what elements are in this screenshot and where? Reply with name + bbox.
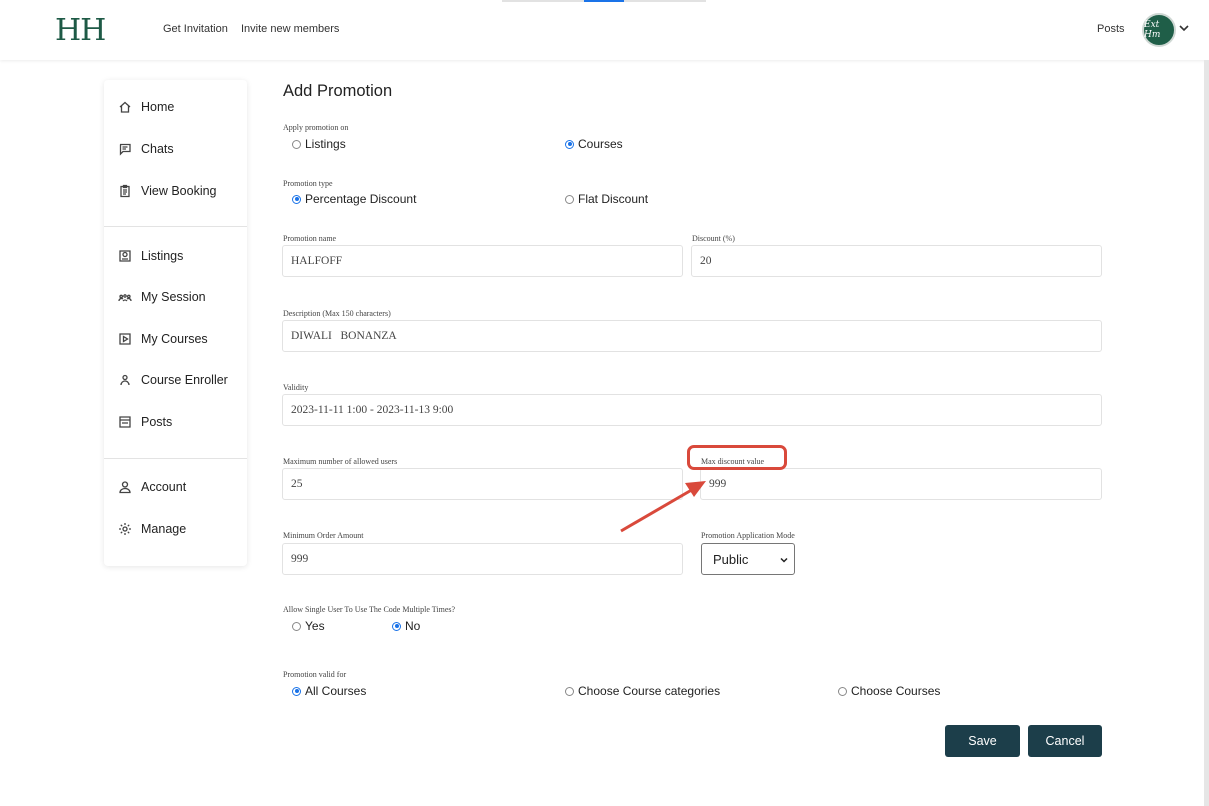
chevron-down-icon[interactable] [1178, 22, 1190, 34]
radio-dot [565, 686, 574, 696]
sidebar-item-label: Listings [141, 249, 184, 263]
discount-label: Discount (%) [692, 234, 735, 243]
listings-icon [119, 250, 131, 262]
gear-icon [119, 523, 131, 535]
chevron-down-icon [780, 557, 788, 563]
max-users-label: Maximum number of allowed users [283, 457, 398, 466]
chat-icon [119, 143, 131, 156]
nav-get-invitation[interactable]: Get Invitation [163, 23, 228, 35]
radio-percentage-discount[interactable]: Percentage Discount [292, 192, 416, 206]
radio-choose-courses[interactable]: Choose Courses [838, 684, 940, 698]
sidebar-item-manage[interactable]: Manage [118, 519, 186, 539]
top-bar: HH Get Invitation Invite new members Pos… [0, 0, 1209, 60]
sidebar: Home Chats View Booking Listings My Sess… [104, 80, 247, 566]
radio-dot [565, 194, 574, 204]
radio-label: All Courses [305, 684, 367, 698]
account-icon [119, 481, 131, 494]
mode-select-value: Public [713, 551, 749, 567]
type-label: Promotion type [283, 179, 333, 188]
min-order-label: Minimum Order Amount [283, 531, 364, 540]
tab-indicator-active [584, 0, 624, 2]
radio-courses[interactable]: Courses [565, 137, 623, 151]
radio-listings[interactable]: Listings [292, 137, 346, 151]
radio-no[interactable]: No [392, 619, 420, 633]
tab-indicator [624, 0, 706, 2]
radio-yes[interactable]: Yes [292, 619, 325, 633]
multi-use-label: Allow Single User To Use The Code Multip… [283, 605, 456, 614]
sidebar-item-my-session[interactable]: My Session [118, 287, 206, 307]
radio-all-courses[interactable]: All Courses [292, 684, 366, 698]
radio-dot [392, 621, 401, 631]
radio-label: Percentage Discount [305, 192, 417, 206]
cancel-button[interactable]: Cancel [1028, 725, 1102, 757]
validity-label: Validity [283, 383, 309, 392]
sidebar-divider [104, 226, 247, 227]
max-discount-input[interactable]: 999 [700, 468, 1102, 500]
logo[interactable]: HH [55, 13, 106, 48]
radio-label: Yes [305, 619, 325, 633]
nav-posts[interactable]: Posts [1097, 23, 1125, 35]
tab-indicator [502, 0, 584, 2]
sidebar-item-label: My Courses [141, 332, 208, 346]
sidebar-divider [104, 458, 247, 459]
sidebar-item-course-enroller[interactable]: Course Enroller [118, 370, 228, 390]
discount-input[interactable]: 20 [691, 245, 1102, 277]
promotion-name-input[interactable]: HALFOFF [282, 245, 683, 277]
scrollbar[interactable] [1204, 60, 1209, 806]
sidebar-item-label: Home [141, 100, 175, 114]
sidebar-item-listings[interactable]: Listings [118, 246, 183, 266]
group-icon [118, 294, 132, 302]
sidebar-item-label: Manage [141, 522, 187, 536]
sidebar-item-label: View Booking [141, 184, 217, 198]
sidebar-item-label: My Session [141, 290, 206, 304]
min-order-input[interactable]: 999 [282, 543, 683, 575]
annotation-arrow-icon [620, 481, 706, 533]
radio-dot [838, 686, 847, 696]
description-input[interactable]: DIWALI BONANZA [282, 320, 1102, 352]
page-title: Add Promotion [283, 82, 393, 100]
nav-invite-members[interactable]: Invite new members [241, 23, 339, 35]
radio-label: Flat Discount [578, 192, 649, 206]
radio-flat-discount[interactable]: Flat Discount [565, 192, 648, 206]
avatar[interactable]: Ext Hm [1142, 13, 1176, 47]
radio-choose-categories[interactable]: Choose Course categories [565, 684, 720, 698]
valid-for-label: Promotion valid for [283, 670, 347, 679]
sidebar-item-label: Posts [141, 415, 173, 429]
radio-label: No [405, 619, 421, 633]
sidebar-item-label: Chats [141, 142, 174, 156]
sidebar-item-my-courses[interactable]: My Courses [118, 329, 208, 349]
radio-dot [292, 139, 301, 149]
radio-label: Choose Course categories [578, 684, 721, 698]
promotion-name-label: Promotion name [283, 234, 337, 243]
sidebar-item-posts[interactable]: Posts [118, 412, 172, 432]
radio-dot [565, 139, 574, 149]
radio-dot [292, 621, 301, 631]
sidebar-item-home[interactable]: Home [118, 97, 174, 117]
mode-select[interactable]: Public [701, 543, 795, 575]
user-icon [120, 374, 130, 386]
mode-label: Promotion Application Mode [701, 531, 795, 540]
sidebar-item-label: Course Enroller [141, 373, 228, 387]
description-label: Description (Max 150 characters) [283, 309, 391, 318]
sidebar-item-chats[interactable]: Chats [118, 139, 174, 159]
sidebar-item-view-booking[interactable]: View Booking [118, 181, 217, 201]
sidebar-item-account[interactable]: Account [118, 477, 186, 497]
apply-on-label: Apply promotion on [283, 123, 349, 132]
sidebar-item-label: Account [141, 480, 187, 494]
home-icon [119, 101, 131, 113]
radio-dot [292, 194, 301, 204]
play-icon [119, 333, 131, 345]
radio-label: Listings [305, 137, 346, 151]
radio-dot [292, 686, 301, 696]
radio-label: Choose Courses [851, 684, 941, 698]
save-button[interactable]: Save [945, 725, 1020, 757]
annotation-highlight-box [687, 445, 787, 470]
radio-label: Courses [578, 137, 623, 151]
validity-input[interactable]: 2023-11-11 1:00 - 2023-11-13 9:00 [282, 394, 1102, 426]
clipboard-icon [120, 184, 130, 198]
posts-icon [119, 416, 131, 428]
